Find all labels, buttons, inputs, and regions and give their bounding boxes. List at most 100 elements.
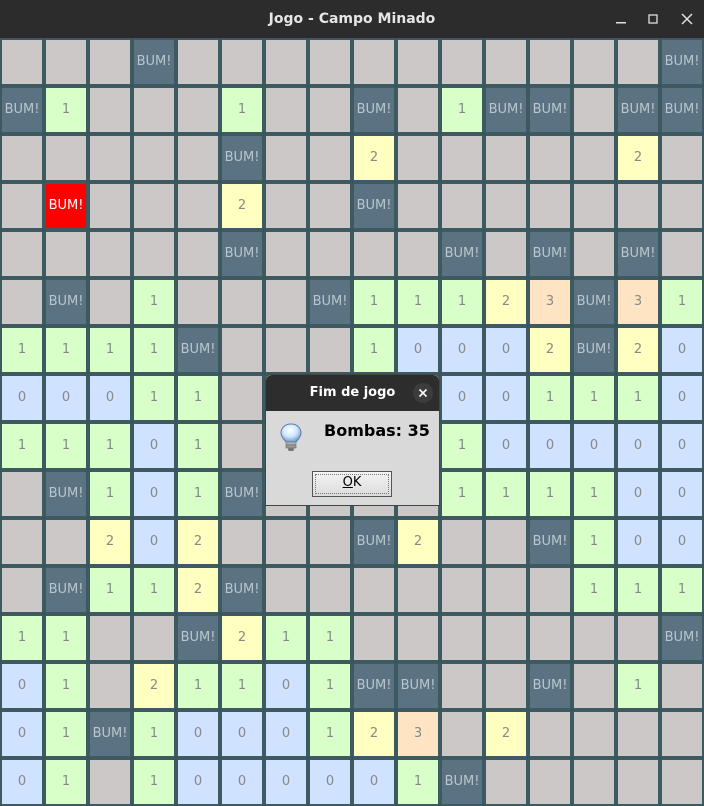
cell-unrevealed[interactable] [660, 230, 704, 278]
cell-unrevealed[interactable] [440, 614, 484, 662]
cell-unrevealed[interactable] [484, 518, 528, 566]
cell-number[interactable]: 2 [220, 182, 264, 230]
cell-bomb[interactable]: BUM! [44, 278, 88, 326]
cell-unrevealed[interactable] [308, 230, 352, 278]
cell-unrevealed[interactable] [484, 182, 528, 230]
cell-unrevealed[interactable] [396, 614, 440, 662]
cell-unrevealed[interactable] [572, 134, 616, 182]
cell-unrevealed[interactable] [88, 278, 132, 326]
cell-unrevealed[interactable] [528, 182, 572, 230]
cell-unrevealed[interactable] [440, 662, 484, 710]
cell-unrevealed[interactable] [660, 758, 704, 806]
cell-number[interactable]: 1 [132, 566, 176, 614]
cell-unrevealed[interactable] [264, 230, 308, 278]
close-button[interactable] [677, 9, 697, 29]
cell-bomb[interactable]: BUM! [660, 38, 704, 86]
cell-number[interactable]: 0 [352, 758, 396, 806]
cell-unrevealed[interactable] [0, 470, 44, 518]
cell-number[interactable]: 3 [528, 278, 572, 326]
cell-number[interactable]: 0 [616, 422, 660, 470]
cell-bomb[interactable]: BUM! [572, 278, 616, 326]
cell-unrevealed[interactable] [132, 86, 176, 134]
cell-bomb[interactable]: BUM! [220, 230, 264, 278]
cell-number[interactable]: 0 [440, 374, 484, 422]
cell-unrevealed[interactable] [220, 38, 264, 86]
cell-unrevealed[interactable] [0, 518, 44, 566]
cell-number[interactable]: 1 [176, 470, 220, 518]
cell-unrevealed[interactable] [220, 518, 264, 566]
cell-unrevealed[interactable] [264, 326, 308, 374]
cell-bomb[interactable]: BUM! [352, 182, 396, 230]
cell-unrevealed[interactable] [396, 566, 440, 614]
cell-unrevealed[interactable] [484, 38, 528, 86]
cell-number[interactable]: 1 [176, 422, 220, 470]
cell-number[interactable]: 2 [132, 662, 176, 710]
cell-number[interactable]: 0 [484, 374, 528, 422]
cell-number[interactable]: 1 [308, 662, 352, 710]
cell-number[interactable]: 0 [660, 422, 704, 470]
cell-number[interactable]: 0 [484, 422, 528, 470]
cell-number[interactable]: 1 [220, 86, 264, 134]
cell-number[interactable]: 1 [440, 278, 484, 326]
cell-unrevealed[interactable] [264, 518, 308, 566]
cell-unrevealed[interactable] [440, 518, 484, 566]
cell-number[interactable]: 0 [660, 326, 704, 374]
cell-unrevealed[interactable] [264, 134, 308, 182]
cell-bomb[interactable]: BUM! [440, 230, 484, 278]
cell-bomb[interactable]: BUM! [308, 278, 352, 326]
cell-unrevealed[interactable] [616, 182, 660, 230]
cell-unrevealed[interactable] [484, 614, 528, 662]
cell-number[interactable]: 1 [572, 566, 616, 614]
cell-number[interactable]: 0 [220, 758, 264, 806]
cell-unrevealed[interactable] [0, 278, 44, 326]
cell-number[interactable]: 1 [352, 326, 396, 374]
cell-unrevealed[interactable] [440, 566, 484, 614]
cell-unrevealed[interactable] [396, 86, 440, 134]
cell-number[interactable]: 2 [88, 518, 132, 566]
cell-number[interactable]: 0 [528, 422, 572, 470]
cell-number[interactable]: 0 [484, 326, 528, 374]
cell-number[interactable]: 1 [0, 422, 44, 470]
cell-unrevealed[interactable] [0, 182, 44, 230]
cell-number[interactable]: 1 [44, 662, 88, 710]
cell-number[interactable]: 1 [44, 758, 88, 806]
cell-number[interactable]: 1 [132, 278, 176, 326]
cell-number[interactable]: 1 [484, 470, 528, 518]
cell-number[interactable]: 1 [572, 470, 616, 518]
cell-unrevealed[interactable] [44, 230, 88, 278]
cell-unrevealed[interactable] [616, 758, 660, 806]
cell-unrevealed[interactable] [220, 326, 264, 374]
cell-unrevealed[interactable] [572, 662, 616, 710]
cell-number[interactable]: 0 [660, 470, 704, 518]
cell-unrevealed[interactable] [44, 134, 88, 182]
cell-number[interactable]: 0 [660, 374, 704, 422]
cell-unrevealed[interactable] [220, 422, 264, 470]
cell-bomb[interactable]: BUM! [528, 518, 572, 566]
cell-bomb[interactable]: BUM! [616, 86, 660, 134]
cell-number[interactable]: 1 [220, 662, 264, 710]
dialog-close-button[interactable] [413, 383, 433, 403]
cell-unrevealed[interactable] [440, 38, 484, 86]
cell-number[interactable]: 1 [616, 662, 660, 710]
minimize-button[interactable] [611, 9, 631, 29]
cell-unrevealed[interactable] [484, 758, 528, 806]
cell-unrevealed[interactable] [352, 566, 396, 614]
cell-number[interactable]: 0 [616, 470, 660, 518]
cell-unrevealed[interactable] [132, 182, 176, 230]
cell-unrevealed[interactable] [88, 38, 132, 86]
cell-unrevealed[interactable] [572, 230, 616, 278]
cell-bomb[interactable]: BUM! [44, 470, 88, 518]
ok-button[interactable]: OK [312, 471, 392, 497]
cell-number[interactable]: 1 [264, 614, 308, 662]
cell-bomb[interactable]: BUM! [352, 518, 396, 566]
cell-number[interactable]: 1 [132, 326, 176, 374]
cell-number[interactable]: 1 [308, 614, 352, 662]
cell-number[interactable]: 1 [396, 278, 440, 326]
cell-unrevealed[interactable] [88, 758, 132, 806]
cell-unrevealed[interactable] [572, 614, 616, 662]
cell-unrevealed[interactable] [616, 710, 660, 758]
cell-exploded-bomb[interactable]: BUM! [44, 182, 88, 230]
cell-bomb[interactable]: BUM! [616, 230, 660, 278]
cell-number[interactable]: 1 [44, 710, 88, 758]
cell-bomb[interactable]: BUM! [88, 710, 132, 758]
